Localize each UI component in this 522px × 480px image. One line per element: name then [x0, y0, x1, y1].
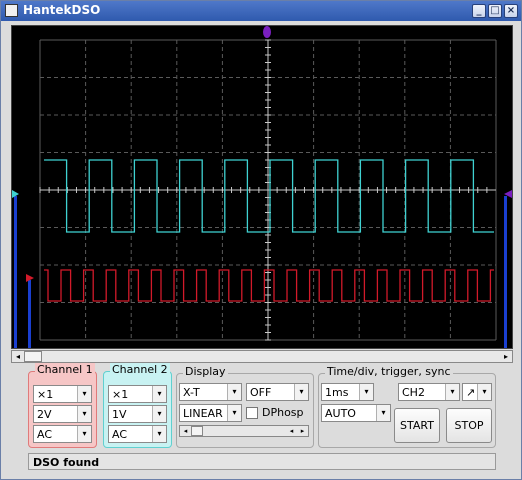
slider-left-icon[interactable]: ◂ [180, 426, 191, 436]
display-group: Display X-T ▾ OFF ▾ LINEAR ▾ DPhosp ◂ ◂ … [176, 365, 314, 448]
stop-button[interactable]: STOP [446, 408, 492, 443]
trigger-source-select[interactable]: CH2 ▾ [398, 383, 460, 401]
chevron-down-icon: ▾ [445, 384, 459, 400]
right-level-bar [504, 196, 507, 348]
trigger-source-value: CH2 [402, 386, 425, 399]
scroll-left-icon[interactable]: ◂ [12, 351, 24, 362]
chevron-down-icon: ▾ [294, 384, 308, 400]
channel1-trace [44, 269, 494, 302]
chevron-down-icon: ▾ [152, 426, 166, 442]
status-bar: DSO found [28, 453, 496, 470]
chevron-down-icon: ▾ [152, 386, 166, 402]
maximize-button[interactable]: □ [488, 4, 502, 18]
ch1-probe-select[interactable]: ×1 ▾ [33, 385, 92, 403]
ch2-coupling-value: AC [112, 428, 128, 441]
display-slider[interactable]: ◂ ◂ ▸ [179, 425, 309, 437]
chevron-down-icon: ▾ [359, 384, 373, 400]
display-math-value: OFF [250, 386, 272, 399]
slider-right-icon[interactable]: ▸ [297, 426, 308, 436]
chevron-down-icon: ▾ [152, 406, 166, 422]
channel1-group: Channel 1 ×1 ▾ 2V ▾ AC ▾ [28, 363, 97, 448]
ch2-probe-value: ×1 [112, 388, 129, 401]
display-legend: Display [183, 365, 228, 378]
ch1-volts-value: 2V [37, 408, 52, 421]
ch2-coupling-select[interactable]: AC ▾ [108, 425, 167, 443]
channel2-group: Channel 2 ×1 ▾ 1V ▾ AC ▾ [103, 363, 172, 448]
timebase-group: Time/div, trigger, sync 1ms ▾ CH2 ▾ ↗ ▾ … [318, 365, 496, 448]
close-button[interactable]: × [504, 4, 518, 18]
ch1-coupling-value: AC [37, 428, 53, 441]
chevron-down-icon: ▾ [77, 406, 91, 422]
title-bar: HantekDSO _ □ × [1, 1, 521, 21]
chevron-down-icon: ▾ [376, 405, 390, 421]
timediv-select[interactable]: 1ms ▾ [321, 383, 374, 401]
trigger-slope-icon: ↗ [466, 386, 476, 399]
chevron-down-icon: ▾ [227, 384, 241, 400]
ch2-level-bar [14, 196, 17, 348]
ch1-probe-value: ×1 [37, 388, 54, 401]
window-title: HantekDSO [23, 3, 101, 17]
timediv-value: 1ms [325, 386, 349, 399]
timebase-legend: Time/div, trigger, sync [325, 365, 453, 378]
ch1-coupling-select[interactable]: AC ▾ [33, 425, 92, 443]
chevron-down-icon: ▾ [77, 426, 91, 442]
minimize-button[interactable]: _ [472, 4, 486, 18]
trigger-mode-select[interactable]: AUTO ▾ [321, 404, 391, 422]
ch2-probe-select[interactable]: ×1 ▾ [108, 385, 167, 403]
display-mode-value: X-T [183, 386, 200, 399]
slider-left-icon[interactable]: ◂ [286, 426, 297, 436]
display-scale-select[interactable]: LINEAR ▾ [179, 404, 242, 422]
trigger-mode-value: AUTO [325, 407, 356, 420]
trigger-position-marker[interactable] [263, 26, 271, 38]
scrollbar-thumb[interactable] [24, 351, 42, 362]
status-text: DSO found [33, 456, 100, 469]
app-icon [5, 4, 18, 17]
display-math-select[interactable]: OFF ▾ [246, 383, 309, 401]
scroll-right-icon[interactable]: ▸ [500, 351, 512, 362]
scope-screen [12, 26, 512, 348]
start-button[interactable]: START [394, 408, 440, 443]
display-scale-value: LINEAR [183, 407, 223, 420]
main-window: HantekDSO _ □ × ◂ ▸ Channel 1 ×1 ▾ 2V ▾ … [0, 0, 522, 480]
dphosp-label: DPhosp [262, 406, 304, 419]
slider-thumb[interactable] [191, 426, 203, 436]
chevron-down-icon: ▾ [477, 384, 491, 400]
chevron-down-icon: ▾ [77, 386, 91, 402]
channel1-legend: Channel 1 [35, 363, 95, 376]
time-scrollbar[interactable]: ◂ ▸ [11, 350, 513, 363]
scope-display [11, 25, 513, 349]
ch2-volts-select[interactable]: 1V ▾ [108, 405, 167, 423]
channel2-legend: Channel 2 [110, 363, 170, 376]
display-mode-select[interactable]: X-T ▾ [179, 383, 242, 401]
ch2-volts-value: 1V [112, 408, 127, 421]
trigger-slope-select[interactable]: ↗ ▾ [462, 383, 492, 401]
channel2-trace [44, 159, 494, 233]
ch1-level-bar [28, 280, 31, 348]
ch1-volts-select[interactable]: 2V ▾ [33, 405, 92, 423]
chevron-down-icon: ▾ [227, 405, 241, 421]
dphosp-checkbox[interactable] [246, 407, 258, 419]
